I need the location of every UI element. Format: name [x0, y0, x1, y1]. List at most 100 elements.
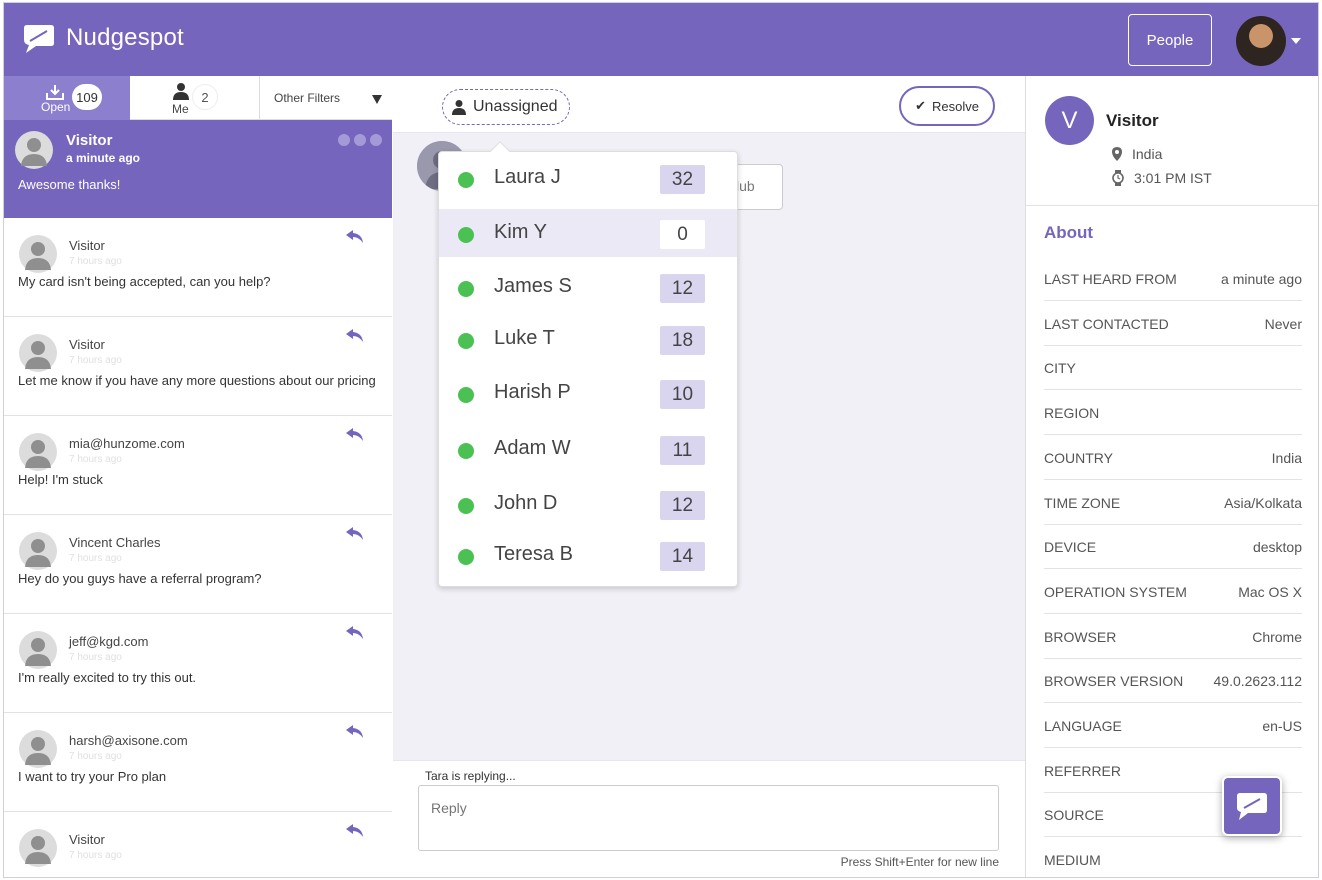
- conversation-preview: Awesome thanks!: [18, 177, 121, 192]
- agent-name: Luke T: [494, 327, 555, 349]
- conversation-name: Visitor: [69, 337, 105, 352]
- attribute-row: LAST CONTACTED Never: [1044, 301, 1302, 346]
- agent-name: Harish P: [494, 381, 571, 403]
- caret-down-icon: [372, 95, 382, 104]
- conversation-item-active[interactable]: Visitor a minute ago Awesome thanks!: [4, 120, 392, 218]
- reply-icon[interactable]: [346, 428, 364, 442]
- attribute-key: OPERATION SYSTEM: [1044, 583, 1187, 600]
- conversation-preview: I want to try your Pro plan: [18, 769, 167, 784]
- assign-dropdown[interactable]: Unassigned: [442, 89, 570, 125]
- default-avatar-icon: [19, 433, 57, 471]
- about-heading: About: [1044, 223, 1094, 242]
- agent-conversation-count: 32: [660, 165, 705, 194]
- conversation-name: Visitor: [66, 132, 113, 149]
- map-pin-icon: [1112, 147, 1122, 161]
- reply-icon[interactable]: [346, 824, 364, 838]
- conversation-name: jeff@kgd.com: [69, 634, 149, 649]
- user-icon: [173, 83, 189, 100]
- other-filters-label: Other Filters: [274, 91, 341, 105]
- agent-name: Adam W: [494, 437, 571, 459]
- agent-option[interactable]: Harish P 10: [439, 369, 737, 417]
- check-icon: ✔: [915, 98, 926, 113]
- conversation-item[interactable]: harsh@axisone.com 7 hours ago I want to tr…: [4, 713, 392, 812]
- attribute-row: CITY: [1044, 345, 1302, 391]
- reply-hint: Press Shift+Enter for new line: [840, 855, 999, 869]
- online-status-icon: [458, 227, 474, 243]
- reply-icon[interactable]: [346, 725, 364, 739]
- me-count-badge: 2: [192, 84, 218, 110]
- attribute-value: desktop: [1252, 539, 1302, 556]
- conversation-item[interactable]: jeff@kgd.com 7 hours ago I'm really excite…: [4, 614, 392, 713]
- user-avatar[interactable]: [1236, 16, 1286, 66]
- attribute-value: India: [1271, 449, 1302, 466]
- tab-me[interactable]: Me 2: [130, 76, 260, 120]
- location-text: India: [1132, 146, 1163, 162]
- conversation-preview: My card isn't being accepted, can you he…: [18, 274, 271, 289]
- filter-bar: Open 109 Me 2 Other Filters: [4, 76, 392, 120]
- online-status-icon: [458, 387, 474, 403]
- agent-conversation-count: 11: [660, 436, 705, 465]
- agent-option[interactable]: Kim Y 0: [439, 209, 737, 257]
- online-status-icon: [458, 498, 474, 514]
- conversation-item[interactable]: Vincent Charles 7 hours ago Hey do you guy…: [4, 515, 392, 614]
- tab-open[interactable]: Open 109: [4, 76, 130, 120]
- conversation-item[interactable]: Visitor 7 hours ago Let me know if you hav…: [4, 317, 392, 416]
- online-status-icon: [458, 549, 474, 565]
- chevron-down-icon[interactable]: [1291, 38, 1301, 44]
- attribute-key: BROWSER VERSION: [1044, 673, 1184, 690]
- attribute-row: MEDIUM: [1044, 837, 1302, 877]
- attribute-key: BROWSER: [1044, 628, 1117, 645]
- conversation-preview: Let me know if you have any more questio…: [18, 373, 376, 388]
- conversation-time: 7 hours ago: [69, 652, 122, 663]
- default-avatar-icon: [19, 334, 57, 372]
- reply-icon[interactable]: [346, 329, 364, 343]
- attribute-value: a minute ago: [1221, 271, 1302, 287]
- attribute-row: BROWSER Chrome: [1044, 614, 1302, 659]
- conversation-item[interactable]: Visitor 7 hours ago My card isn't being ac…: [4, 218, 392, 317]
- default-avatar-icon: [19, 730, 57, 768]
- reply-icon[interactable]: [346, 230, 364, 244]
- conversation-list-panel: Open 109 Me 2 Other Filters Visitor a mi…: [4, 76, 392, 877]
- people-button[interactable]: People: [1128, 14, 1212, 66]
- app-logo[interactable]: Nudgespot: [22, 21, 184, 55]
- agent-option[interactable]: Luke T 18: [439, 315, 737, 363]
- conversation-item[interactable]: Visitor 7 hours ago: [4, 812, 392, 877]
- attribute-key: LAST CONTACTED: [1044, 315, 1169, 332]
- attribute-row: BROWSER VERSION 49.0.2623.112: [1044, 658, 1302, 704]
- visitor-details-panel: V Visitor India 3:01 PM IST About LAST H…: [1025, 76, 1318, 877]
- attribute-value: Chrome: [1252, 628, 1302, 645]
- conversation-name: mia@hunzome.com: [69, 436, 185, 451]
- attribute-value: Asia/Kolkata: [1224, 494, 1302, 511]
- attribute-row: DEVICE desktop: [1044, 524, 1302, 570]
- conversation-preview: I'm really excited to try this out.: [18, 670, 197, 685]
- conversation-time: 7 hours ago: [69, 355, 122, 366]
- agent-option[interactable]: Adam W 11: [439, 425, 737, 473]
- agent-option[interactable]: Laura J 32: [439, 154, 737, 202]
- attribute-key: LAST HEARD FROM: [1044, 271, 1177, 287]
- reply-input[interactable]: [418, 785, 999, 851]
- default-avatar-icon: [19, 235, 57, 273]
- other-filters-dropdown[interactable]: Other Filters: [260, 76, 392, 120]
- conversation-time: 7 hours ago: [69, 256, 122, 267]
- attribute-key: DEVICE: [1044, 539, 1097, 556]
- agent-option[interactable]: Teresa B 14: [439, 531, 737, 579]
- visitor-local-time: 3:01 PM IST: [1112, 170, 1212, 186]
- conversation-toolbar: Unassigned ✔ Resolve: [393, 76, 1025, 133]
- watch-icon: [1112, 170, 1124, 186]
- conversation-preview: Hey do you guys have a referral program?: [18, 571, 262, 586]
- agent-option[interactable]: John D 12: [439, 480, 737, 528]
- conversation-item[interactable]: mia@hunzome.com 7 hours ago Help! I'm stuc…: [4, 416, 392, 515]
- attribute-key: CITY: [1044, 360, 1076, 377]
- attribute-row: LANGUAGE en-US: [1044, 703, 1302, 748]
- attribute-key: SOURCE: [1044, 807, 1104, 824]
- agent-option[interactable]: James S 12: [439, 263, 737, 311]
- reply-icon[interactable]: [346, 626, 364, 640]
- conversation-time: 7 hours ago: [69, 454, 122, 465]
- attribute-key: REFERRER: [1044, 762, 1122, 779]
- reply-icon[interactable]: [346, 527, 364, 541]
- visitor-location: India: [1112, 146, 1162, 162]
- default-avatar-icon: [15, 131, 53, 169]
- attribute-value: Mac OS X: [1238, 583, 1302, 600]
- resolve-button[interactable]: ✔ Resolve: [899, 86, 995, 126]
- chat-launcher-button[interactable]: [1222, 776, 1282, 836]
